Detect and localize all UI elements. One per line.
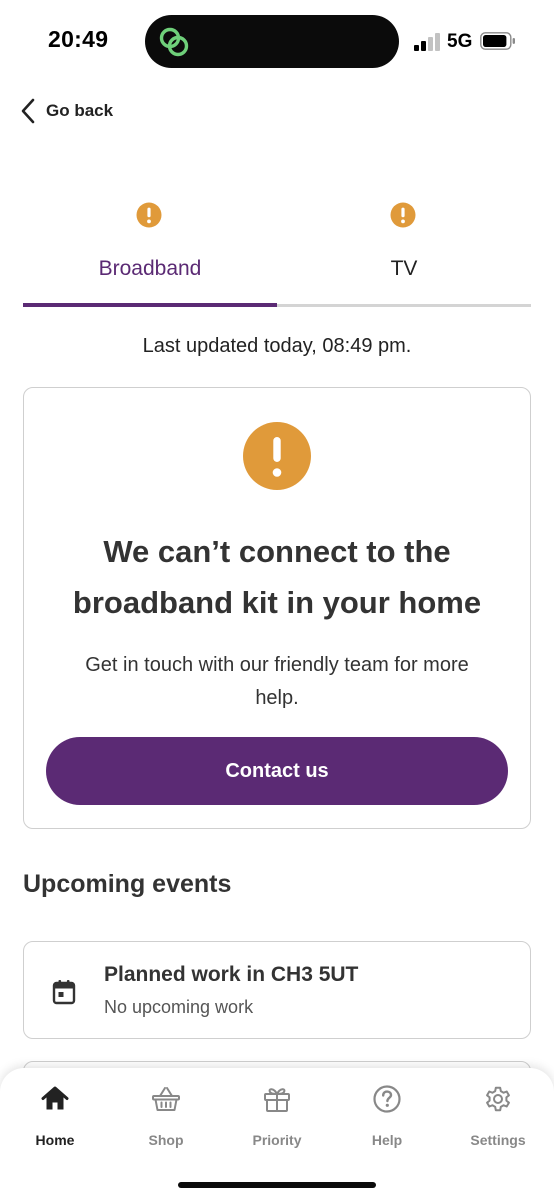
- tab-broadband-label: Broadband: [98, 257, 202, 280]
- basket-icon: [152, 1087, 180, 1111]
- nav-label: Help: [371, 1132, 403, 1148]
- dynamic-island: [145, 15, 399, 68]
- gift-icon: [264, 1088, 290, 1112]
- battery-icon: [480, 32, 515, 50]
- alert-body: Get in touch with our friendly team for …: [44, 649, 510, 715]
- status-bar: 20:49 5G: [0, 0, 554, 84]
- home-icon: [41, 1086, 69, 1110]
- alert-title: We can’t connect to the broadband kit in…: [44, 526, 510, 628]
- connection-alert-card: We can’t connect to the broadband kit in…: [23, 387, 531, 829]
- linked-rings-icon: [159, 27, 189, 57]
- alert-title-line: broadband kit in your home: [72, 585, 482, 620]
- nav-home[interactable]: Home: [0, 1080, 110, 1160]
- nav-label: Home: [35, 1132, 75, 1148]
- go-back-button[interactable]: Go back: [20, 96, 113, 126]
- signal-icon: [414, 33, 442, 51]
- calendar-icon: [52, 980, 76, 1005]
- alert-body-line: Get in touch with our friendly team for …: [85, 654, 469, 676]
- nav-label: Shop: [148, 1132, 184, 1148]
- exclamation-circle-icon: [243, 422, 311, 490]
- status-time: 20:49: [48, 26, 109, 52]
- bottom-nav: Home Shop Priority Help Settings: [0, 1068, 554, 1200]
- tab-tv-label: TV: [390, 257, 418, 280]
- help-circle-icon: [373, 1085, 401, 1113]
- app-screen: 20:49 5G Go back Broadband TV Last updat…: [0, 0, 554, 1200]
- gear-icon: [486, 1086, 510, 1112]
- nav-label: Settings: [470, 1132, 526, 1148]
- tab-broadband[interactable]: Broadband: [23, 195, 277, 303]
- nav-label: Priority: [252, 1132, 302, 1148]
- network-label: 5G: [447, 31, 473, 52]
- event-subtitle: No upcoming work: [104, 997, 254, 1017]
- alert-title-line: We can’t connect to the: [103, 534, 451, 569]
- home-indicator: [178, 1182, 376, 1188]
- alert-body-line: help.: [255, 687, 299, 709]
- event-card-planned-work[interactable]: Planned work in CH3 5UT No upcoming work: [23, 941, 531, 1039]
- nav-help[interactable]: Help: [332, 1080, 442, 1160]
- nav-shop[interactable]: Shop: [111, 1080, 221, 1160]
- contact-us-button[interactable]: Contact us: [46, 737, 508, 805]
- alert-icon: [136, 202, 162, 228]
- upcoming-events-heading: Upcoming events: [23, 870, 232, 898]
- service-tabs: Broadband TV: [23, 195, 531, 308]
- chevron-left-icon: [21, 98, 35, 124]
- go-back-label: Go back: [46, 101, 114, 120]
- event-title: Planned work in CH3 5UT: [104, 963, 359, 986]
- alert-icon: [390, 202, 416, 228]
- last-updated-text: Last updated today, 08:49 pm.: [142, 335, 412, 357]
- tab-selected-indicator: [23, 303, 277, 307]
- nav-settings[interactable]: Settings: [443, 1080, 553, 1160]
- tab-tv[interactable]: TV: [277, 195, 531, 303]
- nav-priority[interactable]: Priority: [222, 1080, 332, 1160]
